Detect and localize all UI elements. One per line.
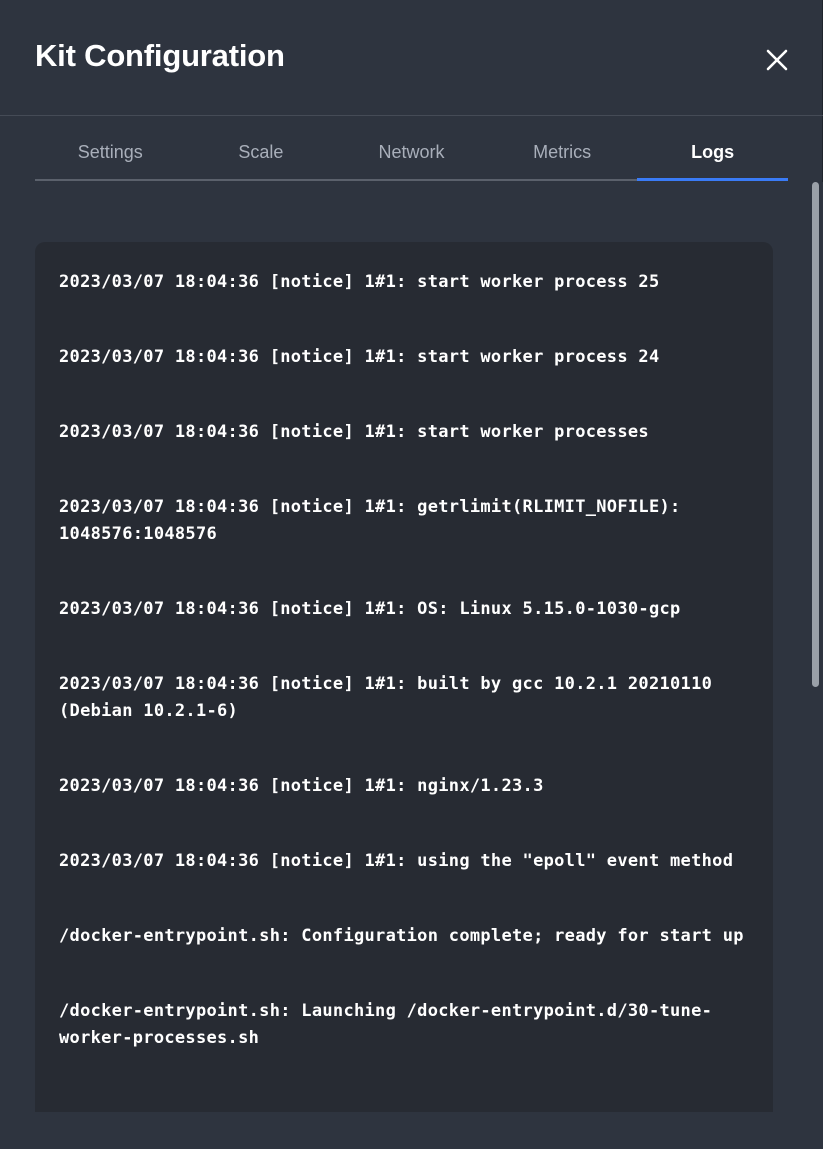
log-entry: /docker-entrypoint.sh: Launching /docker… — [59, 1001, 713, 1048]
log-entry: 2023/03/07 18:04:36 [notice] 1#1: getrli… — [59, 497, 692, 544]
log-entry: 2023/03/07 18:04:36 [notice] 1#1: OS: Li… — [59, 599, 681, 619]
kit-configuration-dialog: Kit Configuration Settings Scale Network… — [0, 0, 823, 1149]
tab-metrics[interactable]: Metrics — [487, 117, 638, 179]
log-entry: 2023/03/07 18:04:36 [notice] 1#1: built … — [59, 674, 723, 721]
dialog-footer-edge — [0, 1112, 823, 1149]
log-entry: 2023/03/07 18:04:36 [notice] 1#1: start … — [59, 272, 660, 292]
log-entry: /docker-entrypoint.sh: Configuration com… — [59, 926, 744, 946]
log-panel: 2023/03/07 18:04:36 [notice] 1#1: start … — [35, 242, 773, 1122]
close-icon — [766, 49, 788, 71]
log-entry: 2023/03/07 18:04:36 [notice] 1#1: start … — [59, 422, 649, 442]
tab-bar: Settings Scale Network Metrics Logs — [35, 117, 788, 181]
close-button[interactable] — [758, 41, 796, 79]
log-list: 2023/03/07 18:04:36 [notice] 1#1: start … — [35, 242, 773, 1052]
log-entry: 2023/03/07 18:04:36 [notice] 1#1: nginx/… — [59, 776, 544, 796]
tab-settings[interactable]: Settings — [35, 117, 186, 179]
dialog-header: Kit Configuration — [0, 0, 823, 116]
tab-logs[interactable]: Logs — [637, 117, 788, 181]
scrollbar-thumb[interactable] — [812, 182, 819, 687]
dialog-title: Kit Configuration — [35, 38, 285, 73]
tab-network[interactable]: Network — [336, 117, 487, 179]
scrollbar[interactable] — [808, 182, 823, 1112]
log-entry: 2023/03/07 18:04:36 [notice] 1#1: using … — [59, 851, 734, 871]
log-entry: 2023/03/07 18:04:36 [notice] 1#1: start … — [59, 347, 660, 367]
tab-scale[interactable]: Scale — [186, 117, 337, 179]
